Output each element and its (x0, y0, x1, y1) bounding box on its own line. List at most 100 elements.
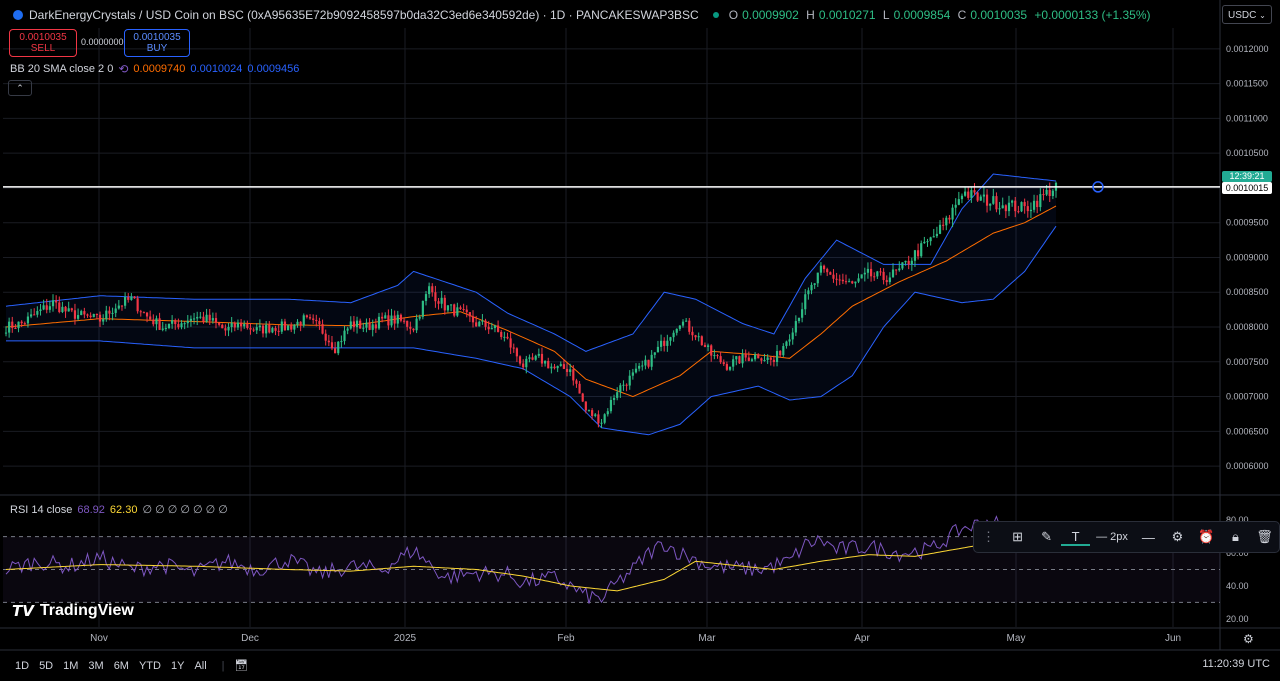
timeframe-ytd[interactable]: YTD (139, 660, 161, 672)
line-width-button[interactable]: — 2px (1096, 531, 1128, 543)
alert-icon[interactable]: ⏰ (1192, 529, 1221, 545)
candle-body (772, 359, 776, 362)
timeframe-1d[interactable]: 1D (15, 660, 29, 672)
candle-body (214, 318, 218, 323)
tradingview-logo-icon: 𝙏𝙑 (12, 603, 34, 620)
candle-body (838, 279, 841, 281)
candle-body (754, 354, 757, 360)
candle-body (710, 345, 713, 356)
candle-body (625, 384, 628, 386)
bb-fill (6, 174, 1056, 435)
timeframe-1m[interactable]: 1M (63, 660, 78, 672)
calendar-icon[interactable]: 📅︎ (235, 659, 249, 672)
candle-body (406, 320, 409, 327)
candle-body (171, 320, 174, 324)
candle-body (299, 321, 302, 326)
candle-body (609, 399, 613, 412)
candle-body (55, 300, 58, 303)
candle-body (835, 278, 838, 280)
candle-body (484, 320, 487, 327)
price-axis-label: 0.0009000 (1226, 252, 1269, 262)
candle-body (108, 310, 111, 314)
timeframe-all[interactable]: All (194, 660, 206, 672)
candle-body (230, 322, 233, 328)
price-axis-label: 0.0008000 (1226, 322, 1269, 332)
settings-icon[interactable]: ⚙ (1163, 529, 1192, 545)
last-price-badge: 0.0010015 (1222, 182, 1272, 194)
candle-body (597, 414, 600, 424)
candle-body (926, 241, 929, 243)
candle-body (271, 328, 274, 333)
candle-body (606, 411, 609, 415)
candle-body (152, 319, 155, 325)
trash-icon[interactable]: 🗑︎ (1250, 529, 1279, 545)
timeframe-6m[interactable]: 6M (114, 660, 129, 672)
lock-icon[interactable]: 🔒︎ (1221, 529, 1250, 545)
candle-body (895, 269, 898, 271)
bb-legend[interactable]: BB 20 SMA close 2 0 ⟲ 0.0009740 0.001002… (10, 62, 299, 76)
candle-body (290, 325, 293, 330)
candle-body (167, 323, 171, 329)
candle-body (155, 318, 158, 325)
chart-canvas[interactable]: 0.0012000 0.0011500 0.0011000 0.0010500 0.00… (0, 0, 1280, 681)
candle-body (556, 365, 559, 369)
candle-body (368, 322, 371, 330)
bb-label: BB 20 SMA close 2 0 (10, 63, 114, 75)
candle-body (45, 305, 48, 310)
candle-body (750, 359, 754, 361)
candle-body (716, 355, 719, 357)
time-axis-label: May (1007, 633, 1026, 644)
candle-body (891, 269, 895, 278)
candle-body (218, 322, 221, 325)
candle-body (252, 329, 255, 331)
candle-body (706, 345, 710, 347)
axis-settings-icon[interactable]: ⚙ (1243, 632, 1254, 646)
candle-body (286, 325, 290, 331)
candle-body (578, 383, 581, 394)
line-style-icon[interactable]: ― (1134, 530, 1163, 545)
high-value: 0.0010271 (818, 8, 876, 22)
text-color-icon[interactable]: T (1061, 529, 1091, 546)
currency-selector[interactable]: USDC ⌄ (1222, 5, 1272, 24)
candle-body (431, 286, 434, 293)
candle-body (227, 327, 230, 331)
price-axis-label: 0.0008500 (1226, 287, 1269, 297)
chevron-up-icon[interactable]: ⌃ (8, 80, 32, 96)
template-icon[interactable]: ⊞ (1003, 529, 1032, 545)
sell-button[interactable]: 0.0010035 SELL (9, 29, 77, 57)
timeframe-3m[interactable]: 3M (88, 660, 103, 672)
candle-body (935, 233, 938, 237)
timeframe-1y[interactable]: 1Y (171, 660, 184, 672)
rsi-axis-label: 20.00 (1226, 614, 1249, 624)
candle-body (869, 268, 873, 277)
candle-body (512, 347, 515, 349)
candle-body (337, 341, 340, 354)
candle-body (957, 199, 960, 205)
candle-body (255, 327, 258, 331)
buy-button[interactable]: 0.0010035 BUY (124, 29, 190, 57)
bb-upper-value: 0.0010024 (190, 63, 243, 75)
price-axis-label: 0.0010500 (1226, 148, 1269, 158)
candle-body (634, 368, 638, 373)
candle-body (703, 345, 707, 347)
price-axis-label: 0.0009500 (1226, 218, 1269, 228)
candle-body (80, 311, 83, 316)
indicator-settings-icon[interactable]: ⟲ (118, 62, 128, 76)
candle-body (672, 332, 675, 338)
line-color-icon[interactable]: ✎ (1032, 529, 1061, 545)
candle-body (819, 265, 823, 273)
candle-body (650, 354, 653, 367)
candle-body (302, 315, 305, 326)
timeframe-5d[interactable]: 5D (39, 660, 53, 672)
candle-body (493, 325, 497, 329)
spread-value: 0.0000000 (81, 37, 124, 47)
candle-body (446, 305, 450, 311)
symbol-title[interactable]: DarkEnergyCrystals / USD Coin on BSC (0x… (29, 8, 699, 22)
candle-body (522, 363, 525, 368)
candle-body (600, 422, 603, 424)
candle-body (992, 196, 995, 204)
tradingview-logo[interactable]: 𝙏𝙑 TradingView (12, 602, 134, 620)
rsi-legend[interactable]: RSI 14 close 68.92 62.30 ∅ ∅ ∅ ∅ ∅ ∅ ∅ (10, 503, 228, 517)
drag-handle-icon[interactable]: ⋮ (974, 529, 1003, 545)
candle-body (816, 272, 819, 284)
